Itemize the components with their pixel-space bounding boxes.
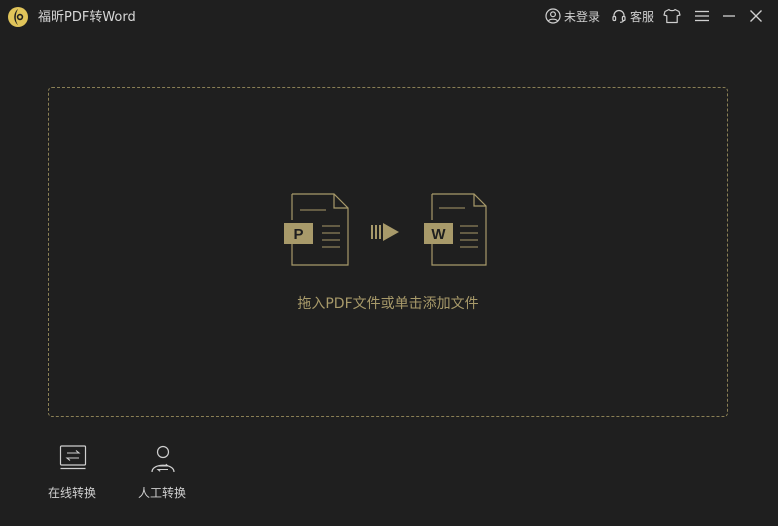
headset-icon	[612, 9, 626, 23]
file-drop-zone[interactable]: P W 拖入PDF文件或单击添加文件	[48, 87, 728, 417]
arrow-right-icon	[371, 223, 399, 241]
manual-convert-label: 人工转换	[137, 486, 186, 500]
pdf-document-icon: P	[284, 193, 349, 266]
pdf-letter: P	[293, 226, 303, 243]
word-letter: W	[431, 226, 446, 243]
manual-convert-button[interactable]: 人工转换	[127, 444, 197, 504]
minimize-icon	[723, 15, 735, 17]
drop-hint-text: 拖入PDF文件或单击添加文件	[297, 296, 479, 312]
online-convert-icon	[59, 445, 87, 470]
word-document-icon: W	[424, 193, 487, 266]
close-icon	[750, 10, 762, 22]
user-circle-icon	[545, 8, 561, 24]
title-bar: 福昕PDF转Word 未登录 客服	[0, 0, 778, 34]
customer-service-button[interactable]: 客服	[611, 7, 654, 25]
pdf-to-word-graphic: P W	[284, 193, 487, 266]
foxit-logo-icon	[8, 7, 28, 27]
login-button[interactable]: 未登录	[545, 7, 600, 25]
tshirt-icon	[663, 8, 681, 24]
app-title: 福昕PDF转Word	[38, 10, 136, 25]
online-convert-button[interactable]: 在线转换	[37, 444, 107, 504]
service-label: 客服	[630, 9, 655, 24]
login-label: 未登录	[564, 9, 601, 24]
manual-convert-icon	[151, 445, 175, 473]
skin-button[interactable]	[662, 6, 682, 26]
online-convert-label: 在线转换	[47, 486, 96, 500]
hamburger-menu-icon	[695, 10, 709, 22]
close-button[interactable]	[746, 6, 766, 26]
main-menu-button[interactable]	[692, 6, 712, 26]
minimize-button[interactable]	[719, 6, 739, 26]
